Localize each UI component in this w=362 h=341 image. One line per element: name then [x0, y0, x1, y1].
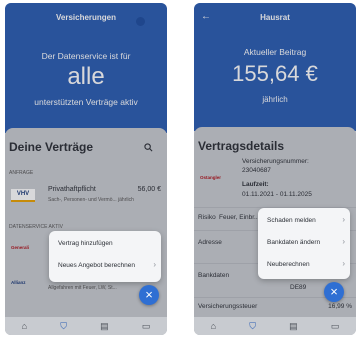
steuer-label: Versicherungssteuer: [198, 303, 258, 310]
section-label-anfrage: ANFRAGE: [9, 170, 34, 176]
contract-detail-2: Allgefahren mit Feuer, LW, St...: [48, 285, 117, 291]
adresse-label: Adresse: [198, 239, 222, 246]
versicherungsnummer-label: Versicherungsnummer:: [242, 158, 309, 165]
hero-line-1: Der Datenservice ist für: [41, 51, 131, 61]
hero-label: Aktueller Beitrag: [243, 47, 307, 57]
allianz-logo: Allianz: [11, 280, 26, 285]
chevron-right-icon: ›: [342, 215, 345, 224]
profile-bubble-icon[interactable]: [136, 17, 145, 26]
contract-name: Privathaftpflicht: [48, 186, 96, 193]
nav-chat-icon[interactable]: ▭: [331, 321, 340, 332]
sheet-title: Vertragsdetails: [198, 139, 285, 153]
iban-value: DE89: [290, 284, 307, 291]
chevron-right-icon: ›: [153, 260, 156, 269]
steuer-value: 16,99 %: [328, 303, 352, 310]
laufzeit-label: Laufzeit:: [242, 181, 269, 188]
nav-shield-icon[interactable]: ⛉: [249, 321, 256, 332]
close-fab-button[interactable]: ×: [139, 285, 159, 305]
bankdaten-label: Bankdaten: [198, 272, 230, 279]
vhv-logo: VHV: [11, 189, 35, 202]
section-label-datenservice: DATENSERVICE AKTIV: [9, 224, 63, 230]
contract-detail: Sach-, Personen- und Vermö... jährlich: [48, 197, 134, 203]
header-title: Hausrat: [260, 13, 290, 22]
nav-chat-icon[interactable]: ▭: [142, 321, 151, 332]
laufzeit-value: 01.11.2021 - 01.11.2025: [242, 191, 312, 198]
menu-item-neues-angebot[interactable]: Neues Angebot berechnen ›: [49, 256, 161, 274]
chevron-right-icon: ›: [342, 259, 345, 268]
action-menu: Schaden melden › Bankdaten ändern › Neub…: [258, 208, 350, 279]
close-fab-button[interactable]: ×: [324, 282, 344, 302]
nav-home-icon[interactable]: ⌂: [22, 321, 27, 331]
contract-price: 56,00 €: [137, 186, 161, 193]
search-icon[interactable]: [144, 139, 153, 157]
nav-shield-icon[interactable]: ⛉: [60, 321, 67, 332]
chevron-right-icon: ›: [342, 237, 345, 246]
versicherungsnummer-value: 23040687: [242, 167, 271, 174]
sheet-title: Deine Verträge: [9, 140, 94, 154]
nav-document-icon[interactable]: ▤: [100, 321, 109, 332]
hero-amount: 155,64 €: [232, 61, 318, 86]
screen-hausrat: ← Hausrat Aktueller Beitrag 155,64 € jäh…: [194, 3, 356, 335]
menu-item-schaden-melden[interactable]: Schaden melden ›: [258, 211, 350, 229]
bottom-nav: ⌂ ⛉ ▤ ▭: [194, 317, 356, 335]
risiko-value: Feuer, Einbr...: [219, 214, 260, 221]
close-icon: ×: [330, 284, 338, 299]
hero-period: jährlich: [262, 95, 288, 104]
hero-banner: Versicherungen Der Datenservice ist für …: [5, 3, 167, 133]
nav-home-icon[interactable]: ⌂: [211, 321, 216, 331]
close-icon: ×: [145, 287, 153, 302]
hero-banner: ← Hausrat Aktueller Beitrag 155,64 € jäh…: [194, 3, 356, 131]
bottom-nav: ⌂ ⛉ ▤ ▭: [5, 317, 167, 335]
menu-item-neuberechnen[interactable]: Neuberechnen ›: [258, 255, 350, 273]
generali-logo: Generali: [11, 245, 30, 250]
hero-big-text: alle: [67, 63, 105, 90]
contract-row[interactable]: VHV Privathaftpflicht 56,00 € Sach-, Per…: [5, 180, 167, 212]
nav-document-icon[interactable]: ▤: [289, 321, 298, 332]
menu-item-vertrag-hinzufuegen[interactable]: Vertrag hinzufügen: [49, 234, 161, 252]
action-menu: Vertrag hinzufügen Neues Angebot berechn…: [49, 231, 161, 282]
hero-line-2: unterstützten Verträge aktiv: [34, 97, 138, 107]
screen-versicherungen: Versicherungen Der Datenservice ist für …: [5, 3, 167, 335]
menu-item-bankdaten-aendern[interactable]: Bankdaten ändern ›: [258, 233, 350, 251]
risiko-label: Risiko: [198, 214, 216, 221]
ostangler-logo: Ostangler: [200, 175, 222, 180]
